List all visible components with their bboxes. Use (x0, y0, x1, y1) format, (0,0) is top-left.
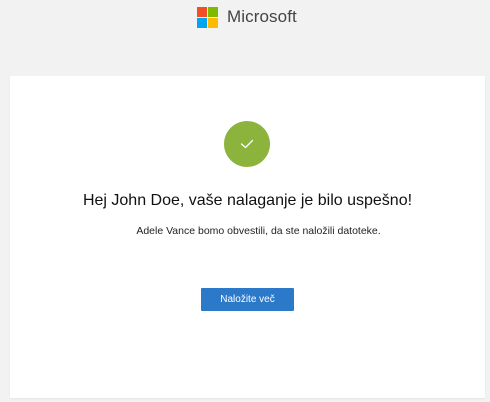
microsoft-logo-icon (197, 6, 218, 28)
success-title: Hej John Doe, vaše nalaganje je bilo usp… (82, 192, 413, 209)
checkmark-icon (240, 139, 254, 149)
page-header: Microsoft (0, 0, 490, 60)
brand-name: Microsoft (227, 7, 297, 26)
upload-success-card: Hej John Doe, vaše nalaganje je bilo usp… (10, 76, 485, 398)
logo-square-yellow (208, 17, 218, 28)
success-indicator (224, 121, 270, 167)
microsoft-brand: Microsoft (197, 5, 297, 29)
logo-square-green (208, 6, 218, 17)
logo-square-blue (197, 17, 207, 28)
upload-more-button[interactable]: Naložite več (201, 288, 294, 311)
logo-square-red (197, 6, 207, 17)
success-message: Adele Vance bomo obvestili, da ste nalož… (136, 225, 381, 237)
